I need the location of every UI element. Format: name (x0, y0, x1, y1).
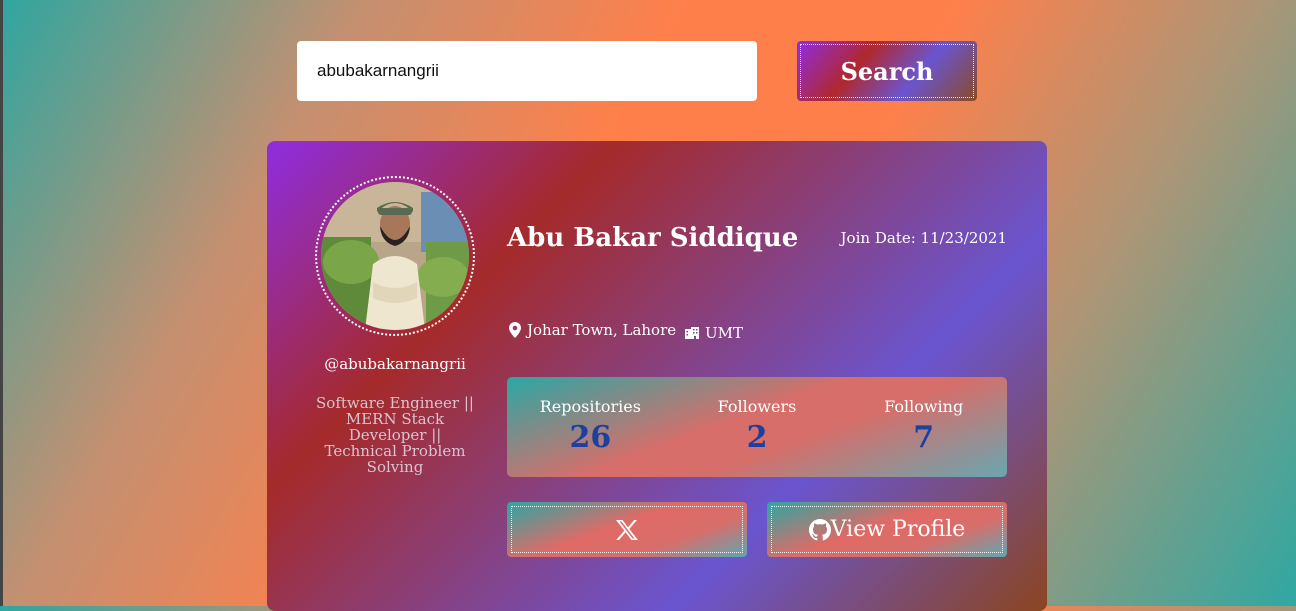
location: Johar Town, Lahore (509, 321, 676, 339)
stat-label: Repositories (539, 397, 641, 416)
avatar (321, 182, 469, 330)
github-icon (808, 518, 831, 540)
x-logo-icon (616, 519, 638, 540)
bio: Software Engineer || MERN Stack Develope… (316, 394, 474, 476)
username: @abubakarnangrii (324, 355, 466, 373)
search-input[interactable] (297, 41, 757, 101)
twitter-button[interactable] (507, 502, 747, 557)
stat-value: 2 (746, 420, 768, 455)
view-profile-label: View Profile (830, 517, 966, 542)
stat-label: Following (884, 397, 964, 416)
join-date-value: 11/23/2021 (920, 229, 1007, 247)
avatar-frame (315, 176, 475, 336)
stat-followers: Followers 2 (674, 377, 841, 477)
search-button[interactable]: Search (797, 41, 977, 101)
profile-name: Abu Bakar Siddique (507, 223, 799, 253)
company: UMT (685, 324, 743, 342)
stat-value: 26 (569, 420, 612, 455)
stat-label: Followers (717, 397, 797, 416)
view-profile-button[interactable]: View Profile (767, 502, 1007, 557)
stat-value: 7 (913, 420, 935, 455)
join-date: Join Date: 11/23/2021 (841, 229, 1007, 247)
join-date-label: Join Date: (840, 229, 916, 247)
building-icon (685, 327, 699, 339)
stat-repositories: Repositories 26 (507, 377, 674, 477)
stats-panel: Repositories 26 Followers 2 Following 7 (507, 377, 1007, 477)
profile-card: @abubakarnangrii Software Engineer || ME… (267, 141, 1047, 611)
company-text: UMT (705, 324, 744, 342)
window-edge (0, 0, 3, 606)
map-pin-icon (509, 322, 521, 338)
search-button-label: Search (800, 44, 974, 98)
location-text: Johar Town, Lahore (527, 321, 677, 339)
stat-following: Following 7 (840, 377, 1007, 477)
